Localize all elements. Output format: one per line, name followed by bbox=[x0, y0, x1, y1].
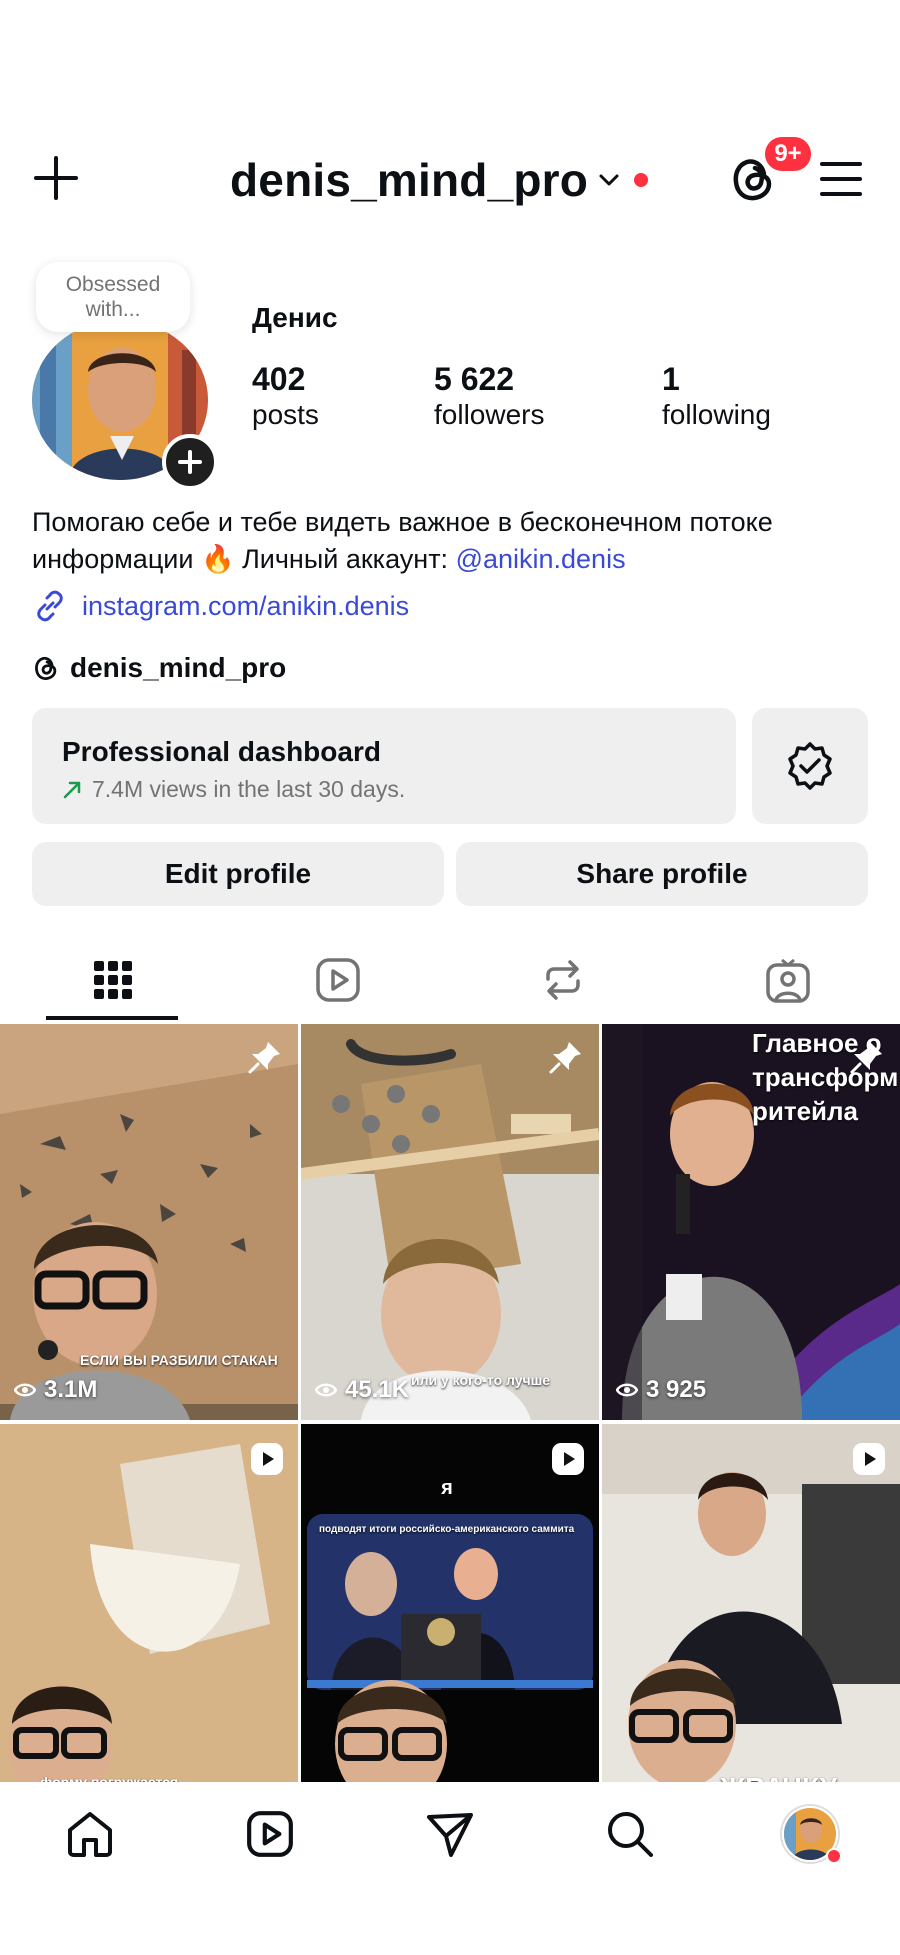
eye-icon bbox=[14, 1383, 36, 1397]
dashboard-subtitle: 7.4M views in the last 30 days. bbox=[62, 776, 405, 803]
post-caption: подводят итоги российско-американского с… bbox=[319, 1524, 575, 1535]
threads-handle: denis_mind_pro bbox=[70, 652, 287, 683]
threads-profile-link[interactable]: denis_mind_pro bbox=[32, 648, 286, 688]
posts-label: posts bbox=[252, 399, 319, 430]
views-count: 3 925 bbox=[646, 1376, 707, 1403]
post-caption: ЕСЛИ ВЫ РАЗБИЛИ СТАКАН bbox=[80, 1352, 278, 1368]
status-dot bbox=[634, 173, 649, 187]
chevron-down-icon bbox=[599, 174, 619, 186]
share-profile-button[interactable]: Share profile bbox=[456, 842, 868, 906]
bio: Помогаю себе и тебе видеть важное в беск… bbox=[32, 504, 872, 578]
notification-badge: 9+ bbox=[762, 134, 814, 174]
home-icon bbox=[68, 1812, 112, 1857]
verified-icon bbox=[788, 742, 832, 790]
posts-count: 402 posts bbox=[252, 360, 319, 432]
following-count[interactable]: 1 following bbox=[662, 360, 771, 432]
views-count: 3.1M bbox=[44, 1376, 98, 1403]
messages-icon bbox=[427, 1813, 473, 1857]
nav-reels[interactable] bbox=[242, 1806, 298, 1862]
grid-icon bbox=[93, 961, 132, 999]
grid-post-6[interactable]: ЖВАЧКУ bbox=[602, 1424, 900, 1820]
post-views: 3 925 bbox=[616, 1376, 706, 1404]
grid-post-1[interactable]: ЕСЛИ ВЫ РАЗБИЛИ СТАКАН 3.1M bbox=[0, 1024, 298, 1420]
following-label: following bbox=[662, 399, 771, 430]
display-name: Денис bbox=[252, 302, 338, 333]
bio-line-1: Помогаю себе и тебе видеть важное в беск… bbox=[32, 507, 773, 537]
menu-button[interactable] bbox=[818, 156, 864, 202]
eye-icon bbox=[616, 1383, 638, 1397]
pin-icon bbox=[549, 1042, 581, 1074]
dashboard-title: Professional dashboard bbox=[62, 736, 381, 767]
link-icon bbox=[37, 590, 63, 622]
reel-icon bbox=[552, 1443, 584, 1475]
profile-link[interactable]: instagram.com/anikin.denis bbox=[32, 588, 409, 624]
create-button[interactable] bbox=[28, 150, 84, 206]
views-count: 45.1K bbox=[345, 1376, 410, 1403]
tab-grid[interactable] bbox=[0, 940, 225, 1020]
tagged-icon bbox=[765, 958, 810, 1003]
link-text: instagram.com/anikin.denis bbox=[82, 590, 410, 621]
pin-icon bbox=[248, 1042, 280, 1074]
search-icon bbox=[608, 1812, 653, 1857]
tab-reels[interactable] bbox=[225, 940, 450, 1020]
account-switcher[interactable]: denis_mind_pro bbox=[230, 150, 649, 210]
dashboard-views-text: 7.4M views in the last 30 days. bbox=[92, 776, 406, 802]
svg-text:я: я bbox=[440, 1477, 453, 1499]
plus-icon bbox=[34, 156, 78, 200]
followers-label: followers bbox=[434, 399, 545, 430]
reel-icon bbox=[853, 1443, 885, 1475]
pin-icon bbox=[850, 1042, 882, 1074]
nav-messages[interactable] bbox=[422, 1806, 478, 1862]
followers-value: 5 622 bbox=[434, 361, 515, 397]
reel-icon bbox=[251, 1443, 283, 1475]
tab-tagged[interactable] bbox=[675, 940, 900, 1020]
post-views: 45.1K bbox=[315, 1376, 409, 1404]
edit-profile-button[interactable]: Edit profile bbox=[32, 842, 444, 906]
post-views: 3.1M bbox=[14, 1376, 97, 1404]
grid-post-5[interactable]: я подводят итоги российско-американского… bbox=[301, 1424, 599, 1820]
hamburger-icon bbox=[820, 162, 862, 196]
reels-icon bbox=[247, 1811, 293, 1857]
tab-reposts[interactable] bbox=[450, 940, 675, 1020]
threads-icon bbox=[35, 656, 57, 680]
grid-post-3[interactable]: Главное о трансформ ритейла 3 925 bbox=[602, 1024, 900, 1420]
verified-badge-button[interactable] bbox=[752, 708, 868, 824]
profile-notification-dot bbox=[826, 1848, 842, 1864]
username: denis_mind_pro bbox=[230, 154, 589, 206]
posts-value: 402 bbox=[252, 361, 306, 397]
nav-search[interactable] bbox=[602, 1806, 658, 1862]
post-caption: или у кого-то лучше bbox=[411, 1372, 551, 1388]
repost-icon bbox=[545, 960, 580, 1000]
followers-count[interactable]: 5 622 followers bbox=[434, 360, 544, 432]
bio-text: информации 🔥 Личный аккаунт: bbox=[32, 544, 456, 574]
grid-post-4[interactable]: форму погружается bbox=[0, 1424, 298, 1820]
grid-post-2[interactable]: или у кого-то лучше 45.1K bbox=[301, 1024, 599, 1420]
trend-up-icon bbox=[63, 781, 81, 798]
following-value: 1 bbox=[662, 361, 680, 397]
bio-mention-link[interactable]: @anikin.denis bbox=[456, 544, 626, 574]
reels-icon bbox=[315, 958, 360, 1002]
nav-home[interactable] bbox=[62, 1806, 118, 1862]
profile-note[interactable]: Obsessed with... bbox=[36, 262, 190, 332]
plus-icon bbox=[178, 450, 202, 474]
eye-icon bbox=[315, 1383, 337, 1397]
add-story-button[interactable] bbox=[162, 434, 218, 490]
professional-dashboard[interactable]: Professional dashboard 7.4M views in the… bbox=[32, 708, 736, 824]
active-tab-indicator bbox=[46, 1016, 178, 1020]
bio-line-2: информации 🔥 Личный аккаунт: @anikin.den… bbox=[32, 541, 872, 578]
